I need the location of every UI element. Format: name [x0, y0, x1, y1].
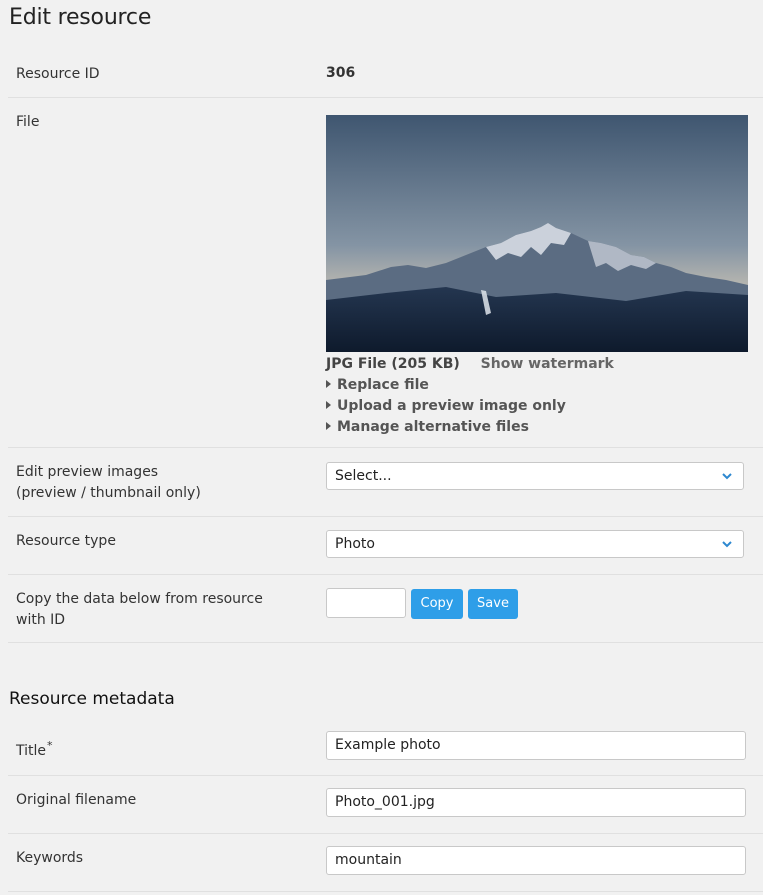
resource-id-value: 306 — [326, 65, 356, 81]
upload-preview-link[interactable]: Upload a preview image only — [326, 396, 566, 417]
original-filename-label: Original filename — [16, 792, 137, 808]
chevron-down-icon — [722, 473, 732, 480]
title-input[interactable]: Example photo — [326, 731, 746, 760]
manage-alternative-files-link[interactable]: Manage alternative files — [326, 417, 529, 438]
resource-type-selected: Photo — [335, 536, 375, 552]
original-filename-input[interactable]: Photo_001.jpg — [326, 788, 746, 817]
keywords-label: Keywords — [16, 850, 84, 866]
triangle-right-icon — [326, 422, 331, 430]
triangle-right-icon — [326, 401, 331, 409]
page-title: Edit resource — [9, 5, 152, 30]
copy-data-row: Copy the data below from resource with I… — [8, 575, 763, 643]
triangle-right-icon — [326, 380, 331, 388]
save-button[interactable]: Save — [468, 589, 518, 619]
preview-images-select[interactable]: Select... — [326, 462, 744, 490]
title-input-value: Example photo — [335, 737, 441, 753]
preview-images-label: Edit preview images (preview / thumbnail… — [16, 464, 201, 501]
replace-file-link[interactable]: Replace file — [326, 375, 429, 396]
copy-data-label: Copy the data below from resource with I… — [16, 591, 263, 628]
file-format-size: JPG File (205 KB) — [326, 356, 460, 372]
preview-images-row: Edit preview images (preview / thumbnail… — [8, 448, 763, 517]
file-label: File — [16, 114, 40, 130]
preview-images-selected: Select... — [335, 468, 392, 484]
resource-type-select[interactable]: Photo — [326, 530, 744, 558]
copy-button[interactable]: Copy — [411, 589, 463, 619]
resource-id-label: Resource ID — [16, 66, 100, 82]
original-filename-row: Original filename Photo_001.jpg — [8, 776, 763, 834]
resource-type-row: Resource type Photo — [8, 517, 763, 575]
title-label: Title* — [16, 739, 53, 759]
resource-id-row: Resource ID 306 — [8, 52, 763, 98]
keywords-row: Keywords mountain — [8, 834, 763, 892]
chevron-down-icon — [722, 541, 732, 548]
keywords-input[interactable]: mountain — [326, 846, 746, 875]
metadata-section-title: Resource metadata — [9, 689, 175, 709]
resource-type-label: Resource type — [16, 533, 116, 549]
original-filename-value: Photo_001.jpg — [335, 794, 435, 810]
keywords-input-value: mountain — [335, 852, 402, 868]
title-row: Title* Example photo — [8, 722, 763, 776]
copy-resource-id-input[interactable] — [326, 588, 406, 618]
show-watermark-link[interactable]: Show watermark — [481, 356, 614, 372]
file-row: File JPG File (205 KB) Show watermark Re… — [8, 98, 763, 448]
file-preview-image[interactable] — [326, 115, 748, 352]
file-info: JPG File (205 KB) Show watermark — [326, 354, 614, 375]
required-mark: * — [47, 739, 53, 752]
